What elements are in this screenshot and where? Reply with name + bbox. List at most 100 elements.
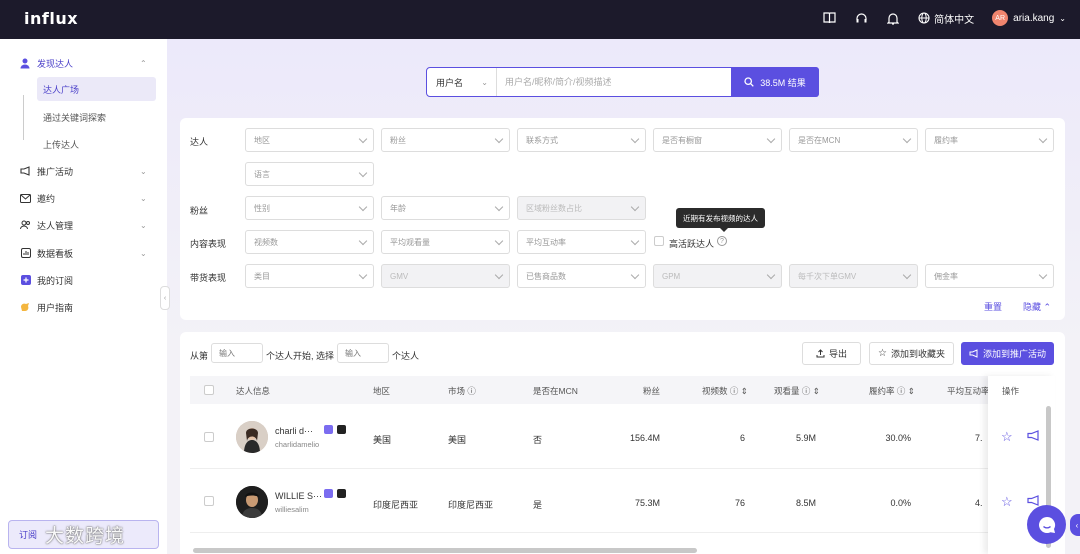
search-input[interactable]	[497, 68, 731, 96]
cell-views: 8.5M	[795, 498, 816, 508]
col-views[interactable]: 观看量 ⓘ ⇕	[774, 385, 820, 397]
col-market[interactable]: 市场 ⓘ	[448, 385, 476, 397]
headset-icon[interactable]	[854, 11, 868, 25]
col-videos[interactable]: 视频数 ⓘ ⇕	[702, 385, 748, 397]
filter-fulfillment[interactable]: 履约率	[925, 128, 1054, 152]
row-checkbox[interactable]	[204, 496, 214, 506]
col-creator-info: 达人信息	[236, 386, 271, 396]
search-type-select[interactable]: 用户名 ⌄	[427, 68, 497, 96]
hide-filters-button[interactable]: 隐藏 ⌃	[1023, 300, 1051, 313]
filter-age[interactable]: 年龄	[381, 196, 510, 220]
sidebar-item-label: 数据看板	[37, 248, 74, 259]
user-search-icon	[20, 58, 31, 69]
chevron-left-icon[interactable]: ‹	[1070, 514, 1080, 536]
sidebar-subitem-keyword[interactable]: 通过关键词探索	[37, 105, 156, 129]
cell-engagement: 7.	[975, 433, 983, 443]
sidebar-item-label: 我的订阅	[37, 275, 74, 286]
avatar[interactable]	[236, 421, 268, 453]
filter-commission[interactable]: 佣金率	[925, 264, 1054, 288]
book-icon[interactable]	[822, 11, 836, 25]
sidebar-item-discover[interactable]: 发现达人 ⌃	[0, 53, 167, 73]
favorite-star-icon[interactable]: ☆	[1001, 494, 1013, 510]
export-button[interactable]: 导出	[802, 342, 861, 365]
language-selector[interactable]: 简体中文	[918, 11, 974, 26]
row-divider	[190, 468, 1055, 469]
col-fans: 粉丝	[643, 386, 661, 396]
cell-region: 美国	[373, 435, 392, 445]
filter-avg-engagement[interactable]: 平均互动率	[517, 230, 646, 254]
row-checkbox[interactable]	[204, 432, 214, 442]
user-menu[interactable]: AR aria.kang ⌄	[992, 10, 1066, 26]
search-bar: 用户名 ⌄ 38.5M 结果	[426, 67, 819, 97]
creator-name[interactable]: WILLIE S···	[275, 491, 322, 501]
sidebar-item-guide[interactable]: 用户指南	[0, 297, 167, 317]
filter-region[interactable]: 地区	[245, 128, 374, 152]
filter-mcn[interactable]: 是否在MCN	[789, 128, 918, 152]
col-fulfillment[interactable]: 履约率 ⓘ ⇕	[869, 385, 915, 397]
favorite-star-icon[interactable]: ☆	[1001, 429, 1013, 445]
add-campaign-icon[interactable]	[1027, 430, 1040, 443]
filter-gmv: GMV	[381, 264, 510, 288]
sidebar-subitem-upload[interactable]: 上传达人	[37, 132, 156, 156]
search-result-count: 38.5M 结果	[760, 77, 806, 88]
filter-video-count[interactable]: 视频数	[245, 230, 374, 254]
cell-fans: 75.3M	[634, 498, 660, 508]
sidebar-item-label: 达人管理	[37, 220, 74, 231]
chat-button[interactable]	[1027, 505, 1066, 544]
help-icon: ⓘ	[729, 386, 739, 396]
sidebar-item-invite[interactable]: 邀约 ⌄	[0, 188, 167, 208]
help-icon[interactable]: ?	[717, 236, 727, 246]
select-all-checkbox[interactable]	[204, 385, 214, 395]
sidebar-item-campaign[interactable]: 推广活动 ⌄	[0, 161, 167, 181]
mail-icon	[20, 193, 31, 204]
cell-fulfillment: 0.0%	[890, 498, 911, 508]
add-favorites-button[interactable]: ☆ 添加到收藏夹	[869, 342, 954, 365]
submenu-line	[23, 95, 24, 140]
active-creator-checkbox[interactable]	[654, 236, 664, 246]
sidebar-item-label: 用户指南	[37, 302, 74, 313]
star-icon: ☆	[878, 348, 887, 359]
filter-fans[interactable]: 粉丝	[381, 128, 510, 152]
sidebar-item-subscription[interactable]: 我的订阅	[0, 270, 167, 290]
range-mid-label: 个达人开始, 选择	[266, 351, 335, 361]
horizontal-scrollbar[interactable]	[193, 548, 697, 553]
active-creator-label: 高活跃达人	[669, 239, 715, 249]
range-from-input[interactable]	[211, 343, 263, 363]
cell-fulfillment: 30.0%	[885, 433, 911, 443]
range-count-input[interactable]	[337, 343, 389, 363]
dashboard-icon	[20, 248, 31, 259]
filter-gender[interactable]: 性别	[245, 196, 374, 220]
filter-contact[interactable]: 联系方式	[517, 128, 646, 152]
app-logo[interactable]: influx	[24, 9, 78, 28]
subscribe-label: 订阅	[19, 530, 38, 540]
avatar[interactable]	[236, 486, 268, 518]
shop-badge-icon	[337, 425, 346, 434]
filter-language[interactable]: 语言	[245, 162, 374, 186]
filter-row-label-content: 内容表现	[190, 239, 227, 249]
live-badge-icon	[324, 425, 333, 434]
shop-badge-icon	[337, 489, 346, 498]
sidebar-subitem-square[interactable]: 达人广场	[37, 77, 156, 101]
col-engagement: 平均互动率	[947, 386, 989, 396]
help-icon: ⓘ	[801, 386, 811, 396]
reset-button[interactable]: 重置	[984, 300, 1002, 313]
top-bar: influx 简体中文 AR aria.kang ⌄	[0, 0, 1080, 39]
filter-avg-views[interactable]: 平均观看量	[381, 230, 510, 254]
filter-showcase[interactable]: 是否有橱窗	[653, 128, 782, 152]
creator-name[interactable]: charli d···	[275, 426, 313, 436]
add-to-campaign-button[interactable]: 添加到推广活动	[961, 342, 1054, 365]
filter-items-sold[interactable]: 已售商品数	[517, 264, 646, 288]
search-button[interactable]: 38.5M 结果	[731, 67, 819, 97]
live-badge-icon	[324, 489, 333, 498]
bell-icon[interactable]	[886, 11, 900, 25]
filter-category[interactable]: 类目	[245, 264, 374, 288]
creator-handle: williesalim	[275, 505, 309, 514]
sidebar-collapse-button[interactable]: ‹	[160, 286, 170, 310]
subscribe-bar[interactable]: 订阅 大数跨境	[8, 520, 159, 549]
sort-icon: ⇕	[907, 386, 915, 396]
sidebar-item-dashboard[interactable]: 数据看板 ⌄	[0, 243, 167, 263]
language-label: 简体中文	[934, 14, 975, 26]
sidebar-item-manage[interactable]: 达人管理 ⌄	[0, 215, 167, 235]
range-from-label: 从第	[190, 351, 209, 361]
globe-icon	[918, 12, 930, 24]
